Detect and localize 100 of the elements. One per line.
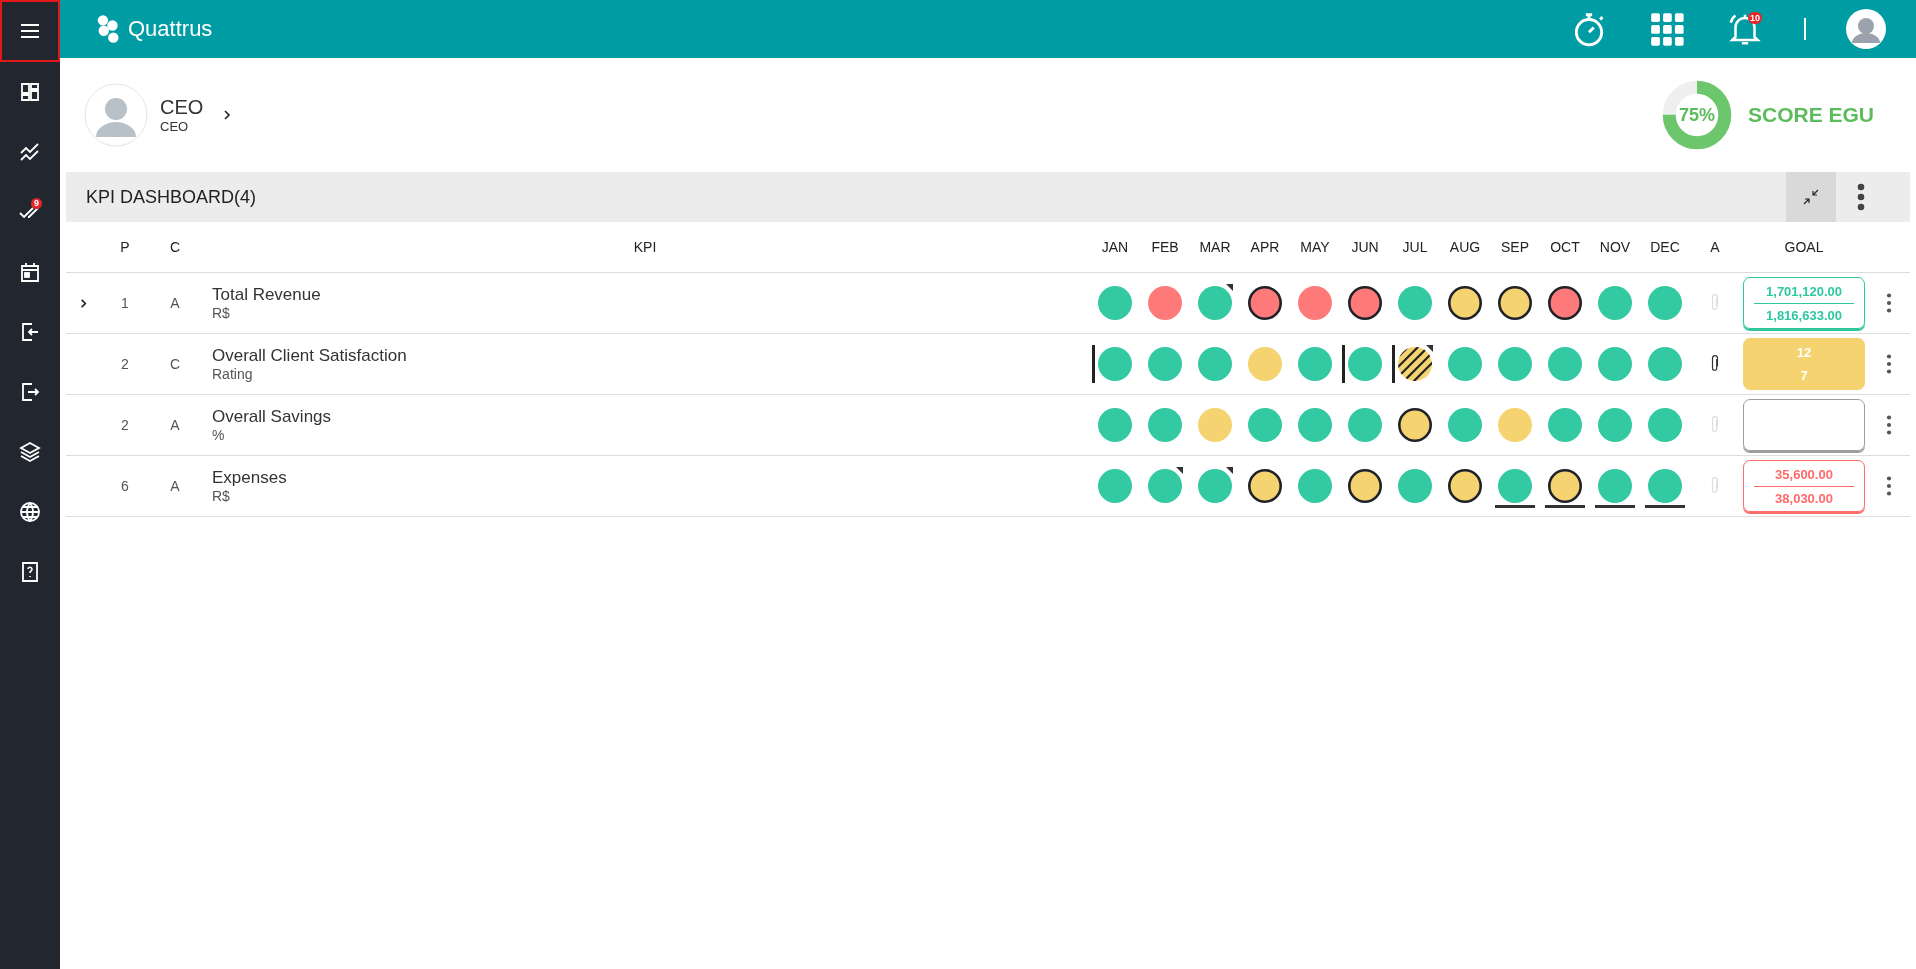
status-dot[interactable] (1297, 407, 1333, 443)
status-dot[interactable] (1197, 346, 1233, 382)
sidebar-item[interactable]: 9 (0, 182, 60, 242)
profile-role: CEO (160, 119, 190, 134)
table-cell-text: C (168, 356, 182, 372)
paperclip-icon[interactable] (1710, 354, 1720, 374)
paperclip-icon[interactable] (1710, 293, 1720, 313)
notification-badge: 10 (1748, 12, 1762, 24)
status-dot[interactable] (1097, 346, 1133, 382)
table-cell-text: A (169, 295, 181, 311)
column-header: C (168, 239, 182, 255)
table-cell-text: A (169, 417, 181, 433)
column-header: GOAL (1783, 239, 1825, 255)
status-dot[interactable] (1647, 346, 1683, 382)
status-dot[interactable] (1147, 468, 1183, 504)
menu-button[interactable] (0, 0, 60, 62)
status-dot[interactable] (1197, 285, 1233, 321)
status-dot[interactable] (1647, 285, 1683, 321)
kpi-unit: % (212, 427, 225, 443)
column-header: AUG (1448, 239, 1482, 255)
kpi-name: Overall Client Satisfaction (212, 346, 407, 366)
status-dot[interactable] (1247, 407, 1283, 443)
row-options-icon[interactable] (1886, 292, 1892, 314)
table-cell-text: A (169, 478, 181, 494)
status-dot[interactable] (1447, 468, 1483, 504)
goal-actual: 7 (1800, 368, 1808, 383)
kpi-unit: R$ (212, 305, 230, 321)
row-options-icon[interactable] (1886, 475, 1892, 497)
column-header: OCT (1549, 239, 1581, 255)
logo-text: Quattrus (128, 16, 213, 42)
dashboard-icon (18, 80, 42, 104)
score-label: SCORE EGU (1747, 103, 1874, 127)
kpi-name: Overall Savings (212, 407, 332, 427)
status-dot[interactable] (1497, 407, 1533, 443)
column-header: APR (1249, 239, 1281, 255)
goal-target: 1,701,120.00 (1766, 283, 1842, 299)
column-header: JAN (1100, 239, 1130, 255)
column-header: MAY (1299, 239, 1331, 255)
column-header: P (119, 239, 131, 255)
status-dot[interactable] (1097, 285, 1133, 321)
paperclip-icon[interactable] (1710, 415, 1720, 435)
column-header: A (1709, 239, 1721, 255)
table-cell-text: 2 (120, 417, 130, 433)
status-dot[interactable] (1647, 407, 1683, 443)
kpi-unit: Rating (212, 366, 253, 382)
table-cell-text: 1 (120, 295, 130, 311)
status-dot[interactable] (1147, 407, 1183, 443)
status-dot[interactable] (1497, 468, 1533, 504)
status-dot[interactable] (1297, 468, 1333, 504)
status-dot[interactable] (1297, 346, 1333, 382)
status-dot[interactable] (1447, 346, 1483, 382)
status-dot[interactable] (1497, 285, 1533, 321)
column-header: DEC (1649, 239, 1681, 255)
column-header: JUN (1350, 239, 1380, 255)
status-dot[interactable] (1147, 285, 1183, 321)
status-dot[interactable] (1447, 285, 1483, 321)
row-options-icon[interactable] (1886, 353, 1892, 375)
status-dot[interactable] (1347, 346, 1383, 382)
column-header: KPI (632, 239, 658, 255)
status-dot[interactable] (1097, 468, 1133, 504)
status-dot[interactable] (1297, 285, 1333, 321)
more-vertical-icon (1857, 183, 1865, 211)
row-options-icon[interactable] (1886, 414, 1892, 436)
goal-actual: 1,816,633.00 (1766, 307, 1842, 323)
status-dot[interactable] (1497, 346, 1533, 382)
status-dot[interactable] (1197, 468, 1233, 504)
status-dot[interactable] (1447, 407, 1483, 443)
column-header: NOV (1598, 239, 1632, 255)
status-dot[interactable] (1597, 346, 1633, 382)
table-cell-text: 2 (120, 356, 130, 372)
status-dot[interactable] (1597, 285, 1633, 321)
score-percentage: 75% (1678, 104, 1715, 126)
status-dot[interactable] (1347, 407, 1383, 443)
status-dot[interactable] (1347, 468, 1383, 504)
status-dot[interactable] (1347, 285, 1383, 321)
status-dot[interactable] (1147, 346, 1183, 382)
goal-actual: 38,030.00 (1775, 490, 1833, 506)
panel-title: KPI DASHBOARD(4) (86, 186, 257, 208)
status-dot[interactable] (1547, 346, 1583, 382)
status-dot[interactable] (1547, 468, 1583, 504)
status-dot[interactable] (1097, 407, 1133, 443)
status-dot[interactable] (1197, 407, 1233, 443)
status-dot[interactable] (1547, 407, 1583, 443)
calendar-icon (18, 260, 42, 284)
status-dot[interactable] (1397, 285, 1433, 321)
status-dot[interactable] (1647, 468, 1683, 504)
profile-name: CEO (160, 96, 204, 119)
paperclip-icon[interactable] (1710, 476, 1720, 496)
status-dot[interactable] (1247, 468, 1283, 504)
status-dot[interactable] (1247, 346, 1283, 382)
apps-grid-icon[interactable] (1648, 10, 1686, 48)
status-dot[interactable] (1397, 468, 1433, 504)
user-avatar[interactable] (1846, 9, 1886, 49)
status-dot[interactable] (1547, 285, 1583, 321)
status-dot[interactable] (1597, 407, 1633, 443)
goal-target: 35,600.00 (1775, 466, 1833, 482)
status-dot[interactable] (1397, 407, 1433, 443)
status-dot[interactable] (1247, 285, 1283, 321)
status-dot[interactable] (1597, 468, 1633, 504)
column-header: MAR (1198, 239, 1232, 255)
